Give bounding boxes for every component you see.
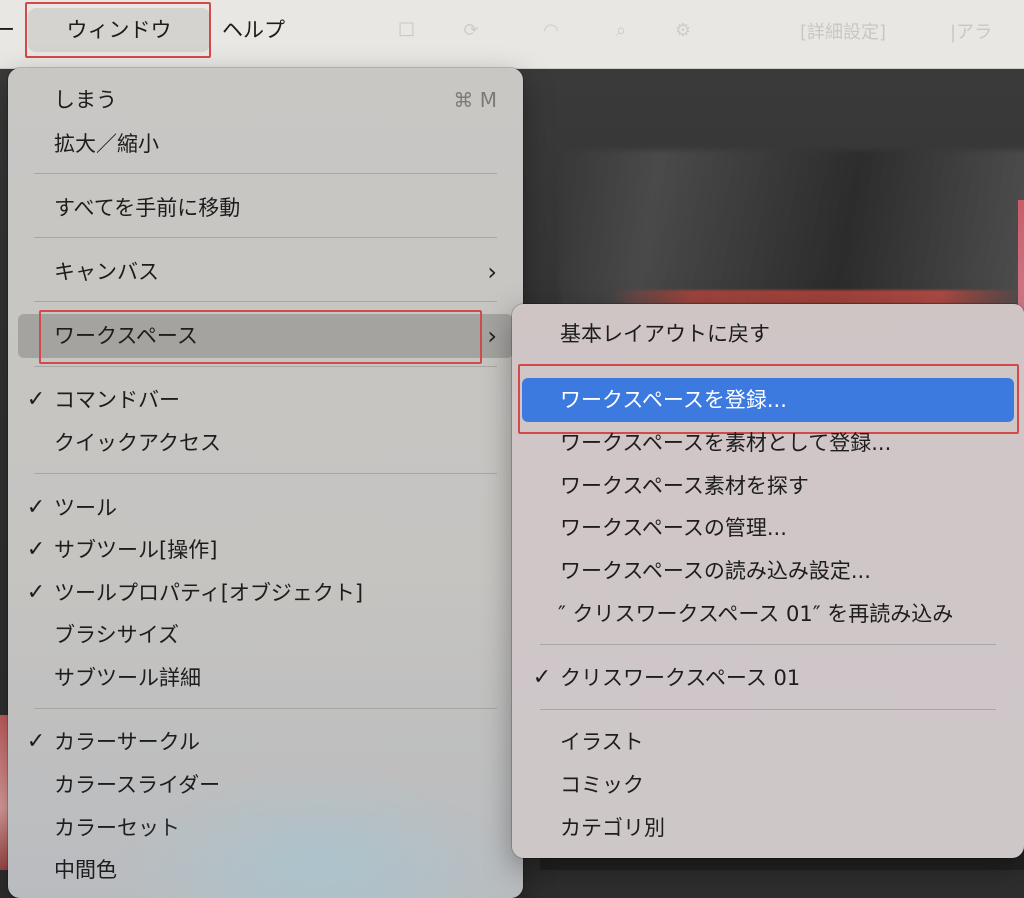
menu-item-by-category[interactable]: カテゴリ別	[512, 806, 1024, 850]
menu-item-reset-layout[interactable]: 基本レイアウトに戻す	[512, 312, 1024, 356]
checkmark-icon: ✓	[26, 537, 46, 562]
menu-item-color-slider[interactable]: カラースライダー	[8, 763, 523, 807]
menu-item-find-material[interactable]: ワークスペース素材を探す	[512, 464, 1024, 508]
menu-item-label: ワークスペース素材を探す	[560, 474, 809, 498]
menu-item-label: サブツール詳細	[54, 666, 201, 690]
menu-item-label: カラーセット	[54, 816, 180, 840]
menu-item-label: コミック	[560, 773, 644, 797]
menu-item-zoom[interactable]: 拡大／縮小	[8, 122, 523, 166]
menu-separator	[34, 237, 497, 238]
chevron-right-icon: ›	[487, 322, 497, 350]
menu-item-illust[interactable]: イラスト	[512, 720, 1024, 764]
wifi-icon[interactable]: ◠	[540, 20, 562, 42]
menu-item-brush-size[interactable]: ブラシサイズ	[8, 613, 523, 657]
menu-item-workspace[interactable]: ワークスペース ›	[18, 314, 513, 358]
menu-item-label: ワークスペースを登録...	[560, 388, 787, 412]
menu-item-register-workspace[interactable]: ワークスペースを登録...	[522, 378, 1014, 422]
menu-item-label: カラースライダー	[54, 773, 221, 797]
menu-separator	[34, 708, 497, 709]
menu-separator	[34, 473, 497, 474]
menu-item-label: クイックアクセス	[54, 431, 221, 455]
menu-item-manage-workspace[interactable]: ワークスペースの管理...	[512, 506, 1024, 550]
workspace-submenu: 基本レイアウトに戻す ワークスペースを登録... ワークスペースを素材として登録…	[512, 304, 1024, 858]
search-icon[interactable]: ⌕	[610, 20, 632, 42]
menu-item-label: ワークスペース	[54, 324, 198, 348]
menu-separator	[540, 709, 996, 710]
menu-item-tool[interactable]: ✓ ツール	[8, 486, 523, 530]
menu-separator	[540, 644, 996, 645]
menu-item-label: ブラシサイズ	[54, 623, 179, 647]
menu-item-label: 基本レイアウトに戻す	[560, 322, 770, 346]
menu-item-label: クリスワークスペース 01	[560, 666, 801, 690]
menu-item-color-set[interactable]: カラーセット	[8, 806, 523, 850]
window-menu: しまう ⌘ M 拡大／縮小 すべてを手前に移動 キャンバス › ワークスペース …	[8, 68, 523, 898]
checkmark-icon: ✓	[26, 580, 46, 605]
menu-item-canvas[interactable]: キャンバス ›	[8, 250, 523, 294]
menu-item-minimize[interactable]: しまう ⌘ M	[8, 78, 523, 122]
menu-item-load-settings[interactable]: ワークスペースの読み込み設定...	[512, 549, 1024, 593]
shortcut-label: ⌘ M	[453, 88, 497, 112]
menu-item-command-bar[interactable]: ✓ コマンドバー	[8, 378, 523, 422]
menu-item-register-as-material[interactable]: ワークスペースを素材として登録...	[512, 421, 1024, 465]
menu-item-sub-tool-detail[interactable]: サブツール詳細	[8, 656, 523, 700]
menu-bar: ー ウィンドウ ヘルプ □ ⟳ ◠ ⌕ ⚙ [詳細設定] |アラ	[0, 0, 1024, 69]
menu-item-label: カテゴリ別	[560, 816, 665, 840]
menu-item-label: ツールプロパティ[オブジェクト]	[54, 581, 364, 605]
menu-item-label: コマンドバー	[54, 388, 180, 412]
checkmark-icon: ✓	[26, 495, 46, 520]
menu-item-reload-workspace[interactable]: ″ クリスワークスペース 01″ を再読み込み	[512, 592, 1024, 636]
menu-separator	[34, 301, 497, 302]
menu-item-label: すべてを手前に移動	[54, 196, 241, 220]
checkmark-icon: ✓	[26, 387, 46, 412]
faded-status-item-3: |アラ	[950, 22, 993, 43]
menu-item-label: 拡大／縮小	[54, 132, 159, 156]
window-menu-highlight-frame	[25, 2, 211, 58]
menu-item-label: サブツール[操作]	[54, 538, 218, 562]
faded-status-item-2: [詳細設定]	[800, 22, 887, 43]
menubar-item-previous[interactable]: ー	[0, 8, 15, 52]
menu-item-intermediate-color[interactable]: 中間色	[8, 848, 523, 892]
menu-item-label: 中間色	[54, 858, 117, 882]
menu-item-label: ワークスペースの管理...	[560, 516, 787, 540]
menu-item-bring-all-to-front[interactable]: すべてを手前に移動	[8, 186, 523, 230]
menu-item-tool-property[interactable]: ✓ ツールプロパティ[オブジェクト]	[8, 571, 523, 615]
control-center-icon[interactable]: ⚙	[672, 20, 694, 42]
menu-item-label: キャンバス	[54, 260, 159, 284]
menu-item-label: ワークスペースを素材として登録...	[560, 431, 892, 455]
menu-separator	[34, 173, 497, 174]
menu-item-comic[interactable]: コミック	[512, 763, 1024, 807]
menu-item-label: しまう	[54, 88, 117, 112]
menu-item-label: カラーサークル	[54, 730, 200, 754]
menu-separator	[34, 366, 497, 367]
menu-item-clis-workspace-01[interactable]: ✓ クリスワークスペース 01	[512, 656, 1024, 700]
menu-item-label: イラスト	[560, 730, 644, 754]
menu-item-quick-access[interactable]: クイックアクセス	[8, 421, 523, 465]
menu-item-sub-tool[interactable]: ✓ サブツール[操作]	[8, 528, 523, 572]
menu-item-color-wheel[interactable]: ✓ カラーサークル	[8, 720, 523, 764]
sync-icon[interactable]: ⟳	[460, 20, 482, 42]
chevron-right-icon: ›	[487, 258, 497, 286]
menubar-item-help[interactable]: ヘルプ	[222, 8, 285, 52]
checkmark-icon: ✓	[26, 729, 46, 754]
menu-item-label: ツール	[54, 496, 117, 520]
canvas-artwork-strip	[610, 290, 1024, 304]
checkmark-icon: ✓	[532, 665, 552, 690]
faded-status-item: □	[398, 18, 416, 39]
menu-item-label: ″ クリスワークスペース 01″ を再読み込み	[558, 602, 954, 626]
menu-separator	[540, 364, 996, 365]
menu-item-label: ワークスペースの読み込み設定...	[560, 559, 871, 583]
